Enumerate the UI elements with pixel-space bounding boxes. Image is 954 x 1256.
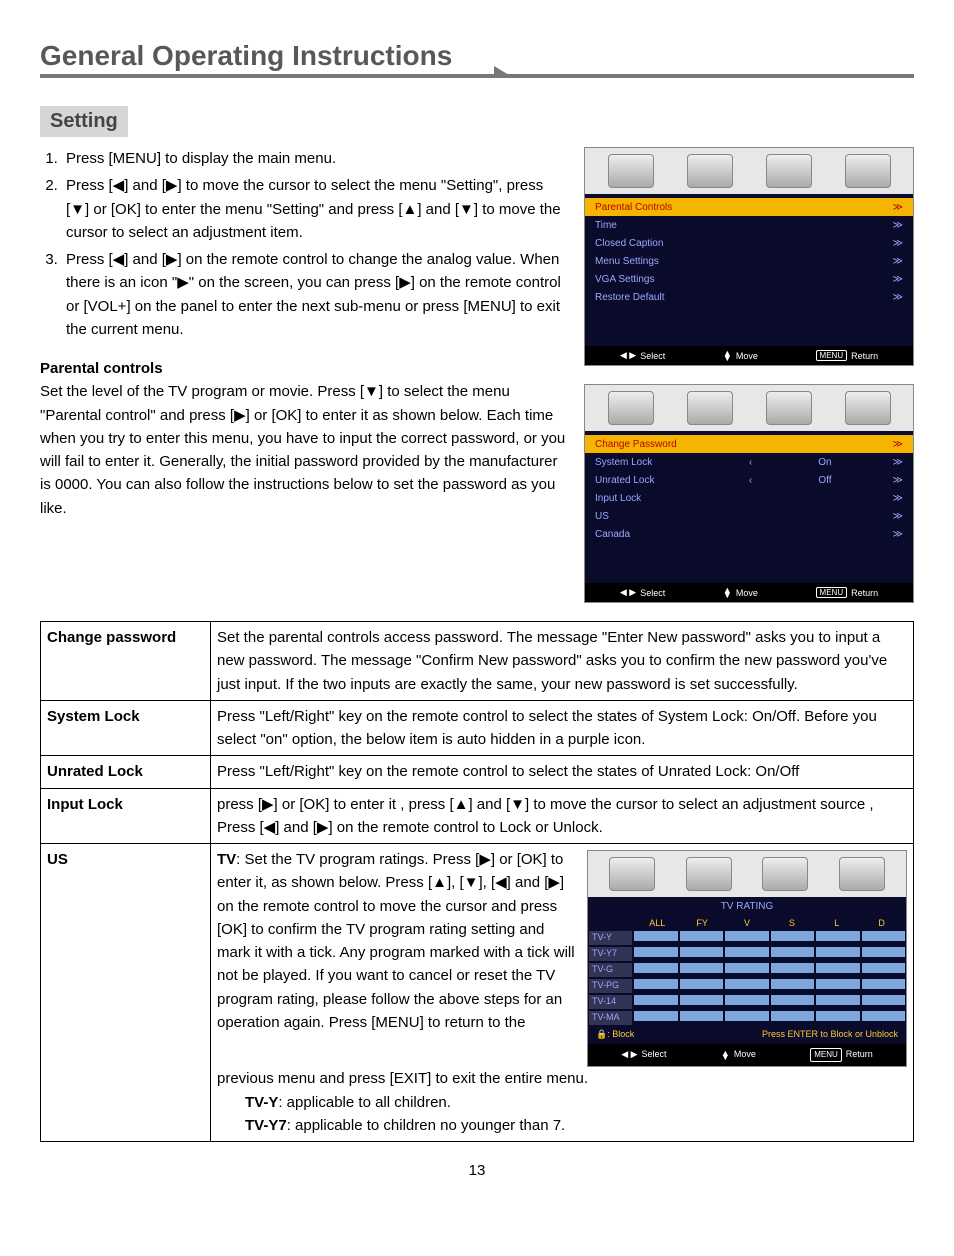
- section-heading: Setting: [40, 106, 128, 137]
- parental-body: Set the level of the TV program or movie…: [40, 380, 568, 520]
- osd-tv-rating: TV RATING ALLFYVSLD TV-YTV-Y7TV-GTV-PGTV…: [587, 850, 907, 1067]
- rating-title: TV RATING: [588, 897, 906, 917]
- row-val: Press "Left/Right" key on the remote con…: [211, 756, 914, 788]
- osd-parental-menu: Change Password≫System Lock‹On≫Unrated L…: [584, 384, 914, 603]
- tv-tail: previous menu and press [EXIT] to exit t…: [217, 1067, 907, 1090]
- row-key: US: [41, 844, 211, 1142]
- osd-item: Canada≫: [585, 525, 913, 543]
- section-heading-wrap: Setting: [40, 106, 914, 137]
- step-2: Press [◀] and [▶] to move the cursor to …: [62, 174, 568, 244]
- osd-tab-icon: [609, 857, 655, 891]
- osd-item: Parental Controls≫: [585, 198, 913, 216]
- osd-column: Parental Controls≫Time≫Closed Caption≫Me…: [584, 147, 914, 603]
- tvy7-label: TV-Y7: [245, 1117, 287, 1134]
- osd-tab-icon: [686, 857, 732, 891]
- rating-row: TV-G: [588, 962, 906, 978]
- rating-row: TV-14: [588, 994, 906, 1010]
- osd-tab-icon: [839, 857, 885, 891]
- osd-tab-icon: [845, 154, 891, 188]
- osd-footer: ◀ ▶ Select ▲▼ Move MENU Return: [585, 583, 913, 602]
- row-val: Press "Left/Right" key on the remote con…: [211, 700, 914, 756]
- osd-tab-icon: [687, 391, 733, 425]
- step-1: Press [MENU] to display the main menu.: [62, 147, 568, 170]
- row-val: Set the parental controls access passwor…: [211, 622, 914, 701]
- osd-tab-icon: [687, 154, 733, 188]
- osd-item: Restore Default≫: [585, 288, 913, 306]
- osd-item: VGA Settings≫: [585, 270, 913, 288]
- osd-item: System Lock‹On≫: [585, 453, 913, 471]
- rating-row: TV-Y: [588, 930, 906, 946]
- tv-label: TV: [217, 851, 236, 868]
- row-val-us: TV: Set the TV program ratings. Press [▶…: [211, 844, 914, 1142]
- osd-item: Time≫: [585, 216, 913, 234]
- osd-item: Menu Settings≫: [585, 252, 913, 270]
- osd-tab-icon: [845, 391, 891, 425]
- osd-footer: ◀ ▶ Select ▲▼ Move MENU Return: [588, 1044, 906, 1066]
- row-val: press [▶] or [OK] to enter it , press [▲…: [211, 788, 914, 844]
- osd-item: US≫: [585, 507, 913, 525]
- page-title: General Operating Instructions: [40, 40, 494, 78]
- osd-settings-menu: Parental Controls≫Time≫Closed Caption≫Me…: [584, 147, 914, 366]
- step-3: Press [◀] and [▶] on the remote control …: [62, 248, 568, 341]
- row-key: Unrated Lock: [41, 756, 211, 788]
- tvy-label: TV-Y: [245, 1094, 278, 1111]
- rating-row: TV-PG: [588, 978, 906, 994]
- osd-tab-icon: [766, 154, 812, 188]
- osd-item: Closed Caption≫: [585, 234, 913, 252]
- osd-footer: ◀ ▶ Select ▲▼ Move MENU Return: [585, 346, 913, 365]
- osd-tab-icon: [762, 857, 808, 891]
- rating-row: TV-MA: [588, 1010, 906, 1026]
- tv-text: : Set the TV program ratings. Press [▶] …: [217, 851, 575, 1031]
- osd-tab-icon: [766, 391, 812, 425]
- osd-tab-icon: [608, 154, 654, 188]
- rating-row: TV-Y7: [588, 946, 906, 962]
- osd-item: Change Password≫: [585, 435, 913, 453]
- row-key: System Lock: [41, 700, 211, 756]
- osd-tab-icon: [608, 391, 654, 425]
- parental-table: Change password Set the parental control…: [40, 621, 914, 1142]
- page-header: General Operating Instructions: [40, 40, 914, 78]
- osd-item: Unrated Lock‹Off≫: [585, 471, 913, 489]
- parental-heading: Parental controls: [40, 357, 568, 380]
- row-key: Change password: [41, 622, 211, 701]
- page-number: 13: [40, 1162, 914, 1179]
- osd-item: Input Lock≫: [585, 489, 913, 507]
- instructions-column: Press [MENU] to display the main menu. P…: [40, 147, 568, 520]
- row-key: Input Lock: [41, 788, 211, 844]
